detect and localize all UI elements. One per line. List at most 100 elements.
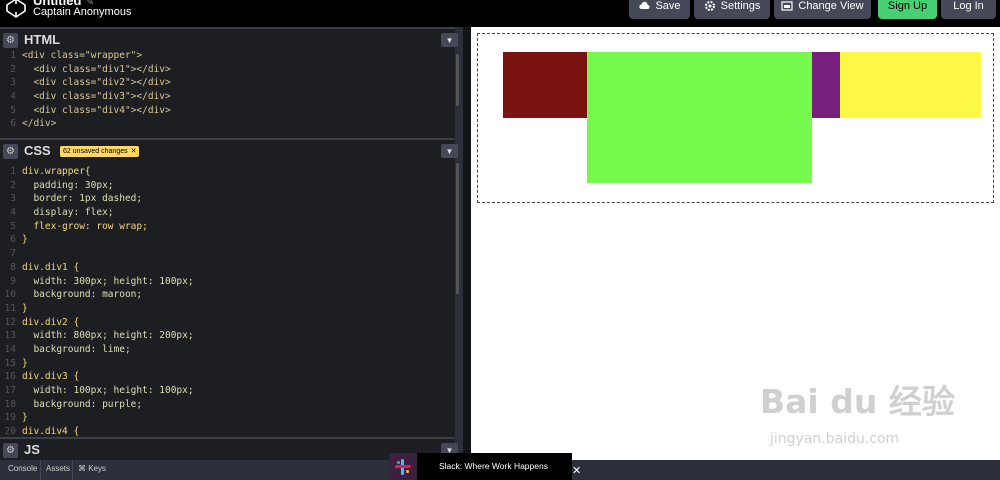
js-pane-title: JS <box>24 442 40 457</box>
css-code-line[interactable]: 16 div.div3 { <box>0 370 194 384</box>
css-chevron-down-icon[interactable]: ▼ <box>441 144 458 158</box>
css-code-line[interactable]: 4 display: flex; <box>0 206 194 220</box>
css-code-line[interactable]: 3 border: 1px dashed; <box>0 192 194 206</box>
code-text: div.div2 { <box>22 316 80 328</box>
html-code-line[interactable]: 5 <div class="div4"></div> <box>0 104 170 118</box>
preview-div4 <box>840 52 981 118</box>
html-code-line[interactable]: 3 <div class="div2"></div> <box>0 76 171 90</box>
watermark-brand: Bai du 经验 <box>760 382 955 421</box>
code-text: width: 100px; height: 100px; <box>22 385 194 396</box>
code-text: <div class="wrapper"> <box>22 50 143 61</box>
code-text: } <box>22 302 28 314</box>
code-text: padding: 30px; <box>22 179 114 191</box>
css-code-line[interactable]: 18 background: purple; <box>0 398 194 412</box>
line-number: 1 <box>10 50 16 61</box>
gear-icon <box>704 0 715 11</box>
line-number: 6 <box>10 118 16 130</box>
save-button[interactable]: Save <box>629 0 690 19</box>
line-number: 17 <box>4 385 16 396</box>
assets-button[interactable]: Assets <box>46 464 70 473</box>
change-view-label: Change View <box>798 0 864 12</box>
baidu-watermark: Bai du 经验 jingyan.baidu.com <box>760 375 955 447</box>
css-code-line[interactable]: 1 div.wrapper{ <box>0 165 194 179</box>
css-code-line[interactable]: 13 width: 800px; height: 200px; <box>0 329 194 343</box>
console-button[interactable]: Console <box>8 464 37 473</box>
unsaved-changes-text: 62 unsaved changes <box>63 148 128 155</box>
css-code-line[interactable]: 12 div.div2 { <box>0 316 194 330</box>
line-number: 7 <box>10 248 16 260</box>
code-text: background: purple; <box>22 398 143 410</box>
watermark-url: jingyan.baidu.com <box>770 431 900 447</box>
line-number: 3 <box>10 193 16 205</box>
html-code-line[interactable]: 4 <div class="div3"></div> <box>0 90 171 104</box>
line-number: 13 <box>4 330 16 342</box>
save-label: Save <box>655 0 681 12</box>
cloud-icon <box>639 1 650 9</box>
preview-wrapper <box>477 33 994 203</box>
css-pane-header: ⚙ CSS 62 unsaved changes ✕ ▼ <box>0 138 458 162</box>
css-code-line[interactable]: 8 div.div1 { <box>0 261 194 275</box>
css-code-editor[interactable]: 1 div.wrapper{ 2 padding: 30px; 3 border: 1… <box>0 165 194 439</box>
slack-ad[interactable]: Slack: Where Work Happens <box>389 453 572 480</box>
html-code-editor[interactable]: 1 <div class="wrapper"> 2 <div class="div1… <box>0 49 171 131</box>
css-scrollbar[interactable] <box>456 163 459 294</box>
html-pane-title: HTML <box>24 32 61 47</box>
css-code-line[interactable]: 7 <box>0 247 194 261</box>
close-icon[interactable]: ✕ <box>131 146 137 157</box>
css-code-line[interactable]: 2 padding: 30px; <box>0 179 194 193</box>
line-number: 9 <box>10 275 16 287</box>
code-text: display: flex; <box>22 207 114 219</box>
html-code-line[interactable]: 1 <div class="wrapper"> <box>0 49 171 63</box>
code-text: </div> <box>22 118 57 130</box>
line-number: 16 <box>4 371 16 383</box>
code-text: div.wrapper{ <box>22 166 91 177</box>
preview-div1 <box>503 52 587 118</box>
line-number: 1 <box>10 166 16 177</box>
codepen-logo-icon[interactable] <box>6 0 26 18</box>
html-scrollbar[interactable] <box>456 54 459 106</box>
settings-button[interactable]: Settings <box>694 0 770 19</box>
codepen-editor: Untitled ✎ Captain Anonymous Save Settin… <box>0 0 1000 480</box>
css-code-line[interactable]: 11} <box>0 302 194 316</box>
settings-label: Settings <box>720 0 761 12</box>
layout-icon <box>781 0 793 11</box>
keys-button[interactable]: ⌘ Keys <box>78 464 106 473</box>
js-settings-gear-icon[interactable]: ⚙ <box>3 443 18 458</box>
css-code-line[interactable]: 9 width: 300px; height: 100px; <box>0 275 193 289</box>
js-pane-header: ⚙ JS ▼ <box>0 437 458 461</box>
code-text: flex-grow: row wrap; <box>22 220 148 232</box>
log-in-button[interactable]: Log In <box>941 0 996 19</box>
line-number: 15 <box>4 357 16 369</box>
css-settings-gear-icon[interactable]: ⚙ <box>3 144 18 159</box>
html-chevron-down-icon[interactable]: ▼ <box>441 33 458 47</box>
code-text: background: maroon; <box>22 289 143 301</box>
css-code-line[interactable]: 14 background: lime; <box>0 343 194 357</box>
unsaved-changes-badge[interactable]: 62 unsaved changes ✕ <box>60 146 140 157</box>
line-number: 2 <box>10 179 16 191</box>
css-code-line[interactable]: 17 width: 100px; height: 100px; <box>0 384 194 398</box>
css-code-line[interactable]: 15} <box>0 357 194 371</box>
code-text: div.div4 { <box>22 426 80 438</box>
author-name: Captain Anonymous <box>33 6 132 18</box>
divider <box>72 460 73 480</box>
css-code-line[interactable]: 19} <box>0 411 194 425</box>
divider <box>40 460 41 480</box>
line-number: 18 <box>4 398 16 410</box>
css-code-line[interactable]: 10 background: maroon; <box>0 288 194 302</box>
code-text: } <box>22 357 28 369</box>
code-text: <div class="div3"></div> <box>22 91 171 103</box>
css-code-line[interactable]: 6} <box>0 233 194 247</box>
line-number: 14 <box>4 343 16 355</box>
css-code-line[interactable]: 5 flex-grow: row wrap; <box>0 220 194 234</box>
html-code-line[interactable]: 6 </div> <box>0 117 171 131</box>
html-settings-gear-icon[interactable]: ⚙ <box>3 33 18 48</box>
html-code-line[interactable]: 2 <div class="div1"></div> <box>0 63 170 77</box>
sign-up-button[interactable]: Sign Up <box>878 0 937 19</box>
line-number: 4 <box>10 91 16 103</box>
code-text: } <box>22 412 28 424</box>
change-view-button[interactable]: Change View <box>774 0 871 19</box>
line-number: 8 <box>10 261 16 273</box>
code-text: <div class="div2"></div> <box>22 77 171 89</box>
ad-close-icon[interactable]: ✕ <box>572 464 581 477</box>
code-text: } <box>22 234 28 246</box>
